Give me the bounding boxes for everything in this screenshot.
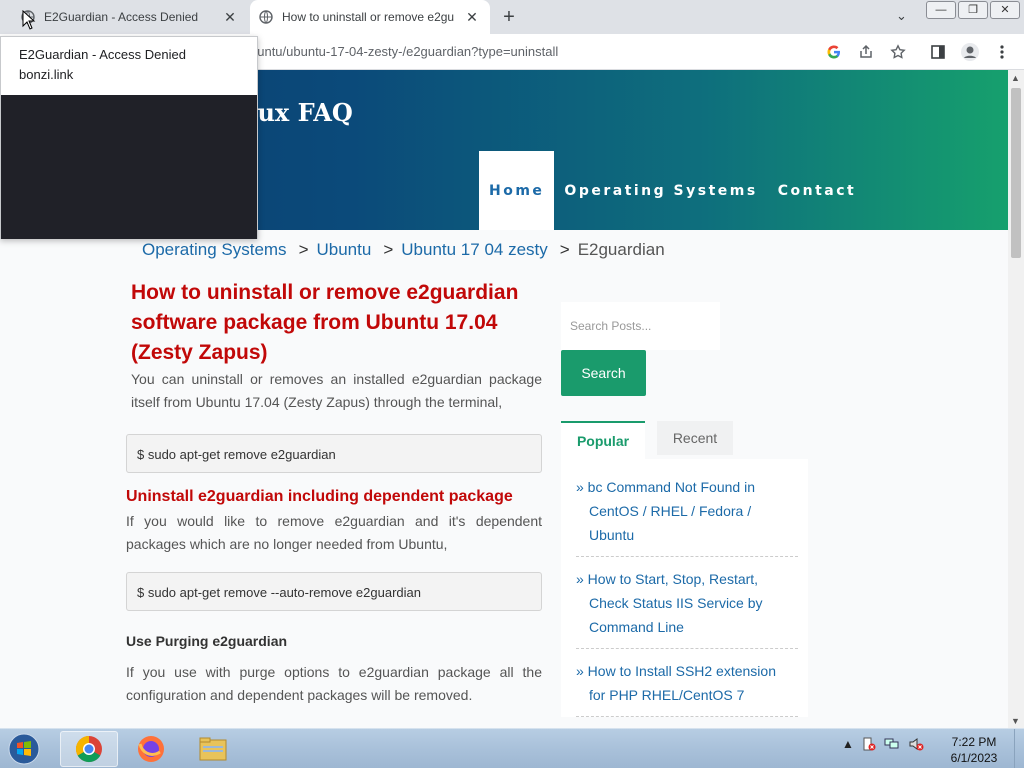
breadcrumb-separator: > xyxy=(559,240,570,259)
tab-hover-card: E2Guardian - Access Denied bonzi.link xyxy=(0,36,258,239)
hover-card-domain: bonzi.link xyxy=(19,67,74,82)
code-block[interactable]: $ sudo apt-get remove e2guardian xyxy=(126,434,542,473)
bookmark-star-icon[interactable] xyxy=(888,42,908,62)
menu-kebab-icon[interactable] xyxy=(992,42,1012,62)
page-scrollbar[interactable]: ▲ ▼ xyxy=(1008,70,1024,728)
tab-title: E2Guardian - Access Denied xyxy=(44,10,199,24)
breadcrumb-current: E2guardian xyxy=(577,240,665,259)
tab-title: How to uninstall or remove e2gu xyxy=(282,10,455,24)
tray-expand-icon[interactable]: ▲ xyxy=(842,737,854,754)
section-heading: Use Purging e2guardian xyxy=(126,633,288,649)
mouse-cursor-icon xyxy=(22,9,36,35)
breadcrumb-link[interactable]: Ubuntu xyxy=(317,240,372,259)
code-block[interactable]: $ sudo apt-get remove --auto-remove e2gu… xyxy=(126,572,542,611)
taskbar-firefox[interactable] xyxy=(122,731,180,767)
folder-icon xyxy=(199,737,227,761)
scroll-down-arrow-icon[interactable]: ▼ xyxy=(1011,716,1020,726)
article-title: How to uninstall or remove e2guardian so… xyxy=(131,281,519,364)
system-tray: ▲ xyxy=(842,737,924,754)
share-icon[interactable] xyxy=(856,42,876,62)
article-intro: You can uninstall or removes an installe… xyxy=(131,371,542,410)
start-button[interactable] xyxy=(4,731,44,767)
restore-button[interactable]: ❐ xyxy=(958,1,988,19)
google-icon[interactable] xyxy=(824,42,844,62)
system-clock[interactable]: 7:22 PM 6/1/2023 xyxy=(940,734,1008,766)
clock-date: 6/1/2023 xyxy=(950,751,998,765)
address-bar[interactable]: buntu/ubuntu-17-04-zesty-/e2guardian?typ… xyxy=(250,44,558,59)
side-panel-icon[interactable] xyxy=(928,42,948,62)
taskbar: ▲ 7:22 PM 6/1/2023 xyxy=(0,728,1024,768)
scroll-up-arrow-icon[interactable]: ▲ xyxy=(1011,73,1020,83)
taskbar-file-explorer[interactable] xyxy=(184,731,242,767)
globe-icon xyxy=(258,9,274,25)
hover-card-title: E2Guardian - Access Denied xyxy=(19,47,186,62)
search-input[interactable]: Search Posts... xyxy=(561,302,720,350)
breadcrumb-link[interactable]: Operating Systems xyxy=(142,240,287,259)
taskbar-chrome[interactable] xyxy=(60,731,118,767)
close-tab-icon[interactable]: ✕ xyxy=(220,9,240,26)
article: How to uninstall or remove e2guardian so… xyxy=(126,278,542,707)
post-title-line: » How to Install SSH2 extension xyxy=(576,663,776,679)
close-window-button[interactable]: ✕ xyxy=(990,1,1020,19)
post-title-rest: Check Status IIS Service by Command Line xyxy=(589,595,763,635)
post-title-line: » bc Command Not Found in xyxy=(576,479,755,495)
volume-muted-icon[interactable] xyxy=(908,737,924,754)
breadcrumb-link[interactable]: Ubuntu 17 04 zesty xyxy=(401,240,547,259)
breadcrumb-separator: > xyxy=(383,240,394,259)
popular-post-link[interactable]: » bc Command Not Found in CentOS / RHEL … xyxy=(576,475,798,557)
tab-how-to-uninstall[interactable]: How to uninstall or remove e2gu ✕ xyxy=(250,0,490,34)
sidebar-tabs: Popular Recent xyxy=(561,421,808,459)
popular-post-link[interactable]: » How to Start, Stop, Restart, Check Sta… xyxy=(576,567,798,649)
section-paragraph: If you would like to remove e2guardian a… xyxy=(126,513,542,552)
nav-home[interactable]: Home xyxy=(479,151,555,230)
network-icon[interactable] xyxy=(884,737,900,754)
tab-recent[interactable]: Recent xyxy=(657,421,733,455)
tab-popular[interactable]: Popular xyxy=(561,421,645,459)
popular-post-link[interactable]: » How to Install SSH2 extension for PHP … xyxy=(576,659,798,717)
main-nav: Home Operating Systems Contact xyxy=(479,151,866,230)
breadcrumb: Operating Systems > Ubuntu > Ubuntu 17 04 ze… xyxy=(142,240,665,260)
close-tab-icon[interactable]: ✕ xyxy=(462,9,482,26)
search-button[interactable]: Search xyxy=(561,350,646,396)
profile-avatar-icon[interactable] xyxy=(960,42,980,62)
chrome-icon xyxy=(75,735,102,763)
post-title-line: » How to Start, Stop, Restart, xyxy=(576,571,759,587)
sidebar: Search Posts... Search Popular Recent » … xyxy=(561,302,808,727)
breadcrumb-separator: > xyxy=(298,240,309,259)
popular-list: » bc Command Not Found in CentOS / RHEL … xyxy=(561,459,808,717)
show-desktop-button[interactable] xyxy=(1014,729,1024,768)
clock-time: 7:22 PM xyxy=(951,735,997,749)
post-title-rest: for PHP RHEL/CentOS 7 xyxy=(589,687,745,703)
tab-strip: E2Guardian - Access Denied ✕ How to unin… xyxy=(0,0,1024,34)
window-controls: — ❐ ✕ xyxy=(926,1,1020,19)
nav-operating-systems[interactable]: Operating Systems xyxy=(554,151,767,230)
tab-e2guardian[interactable]: E2Guardian - Access Denied ✕ xyxy=(8,0,248,34)
post-title-rest: CentOS / RHEL / Fedora / Ubuntu xyxy=(589,503,752,543)
section-paragraph: If you use with purge options to e2guard… xyxy=(126,664,542,703)
firefox-icon xyxy=(138,736,164,762)
scroll-thumb[interactable] xyxy=(1011,88,1021,258)
tab-search-icon[interactable]: ⌄ xyxy=(896,8,907,24)
action-center-icon[interactable] xyxy=(862,737,876,754)
nav-contact[interactable]: Contact xyxy=(768,151,867,230)
section-heading: Uninstall e2guardian including dependent… xyxy=(126,488,513,505)
new-tab-button[interactable]: + xyxy=(498,6,520,28)
minimize-button[interactable]: — xyxy=(926,1,956,19)
hover-card-preview xyxy=(1,95,257,239)
